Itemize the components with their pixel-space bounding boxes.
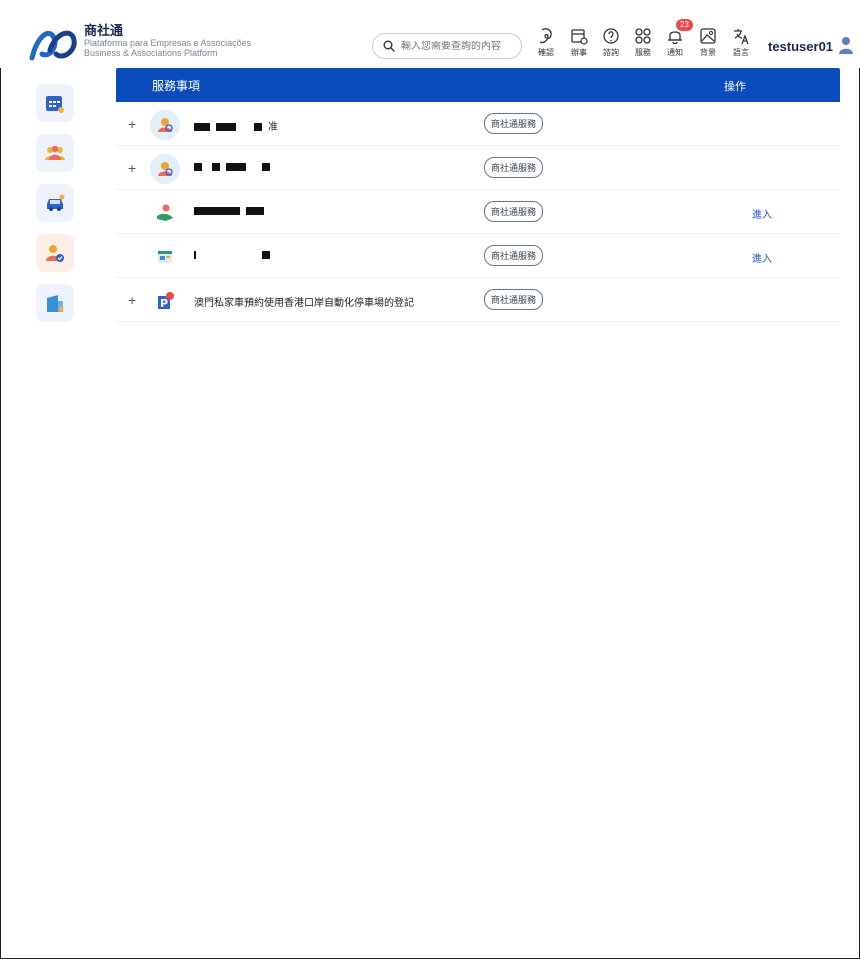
tool-confirm[interactable]: 確認: [530, 26, 562, 62]
tool-consult[interactable]: 諮詢: [595, 26, 627, 62]
tool-background[interactable]: 背景: [692, 26, 724, 62]
service-tag: 商社通服務: [484, 289, 544, 310]
col-header-action: 操作: [724, 81, 746, 93]
service-icon: [150, 198, 180, 228]
translate-icon: [734, 29, 749, 45]
sidebar-item-vehicle[interactable]: [36, 184, 74, 222]
enter-link[interactable]: 進入: [752, 250, 772, 265]
tool-language[interactable]: 語言: [725, 26, 757, 62]
redacted-text: [212, 163, 220, 172]
expand-icon[interactable]: +: [128, 292, 136, 308]
col-header-service: 服務事項: [152, 79, 201, 93]
redacted-text: [194, 163, 202, 172]
table-row[interactable]: + 准 商社通服務: [116, 102, 840, 146]
search-box[interactable]: [372, 33, 522, 59]
enter-link[interactable]: 進入: [752, 206, 772, 221]
services-table: 服務事項 操作 + 准 商社通服務 + 商社通服務 商社通服務 進入 商社通服務…: [116, 68, 840, 324]
service-tag: 商社通服務: [484, 245, 544, 266]
table-header: 服務事項 操作: [116, 68, 840, 102]
redacted-text: [262, 251, 270, 260]
search-input[interactable]: [401, 40, 519, 52]
sidebar-item-groups[interactable]: [36, 134, 74, 172]
people-icon: [45, 145, 65, 160]
tool-label: 諮詢: [603, 48, 619, 57]
username[interactable]: testuser01: [768, 39, 833, 54]
service-icon: [150, 242, 180, 272]
tool-label: 通知: [667, 48, 683, 57]
redacted-text: [194, 207, 240, 216]
brand-logo[interactable]: [28, 24, 78, 64]
service-tag: 商社通服務: [484, 157, 544, 178]
service-name: 准: [194, 118, 278, 133]
user-check-icon: [46, 245, 64, 262]
service-name: 澳門私家車預約使用香港口岸自動化停車場的登記: [194, 298, 414, 309]
question-icon: [603, 28, 619, 44]
tool-label: 辦事: [571, 48, 587, 57]
brand-name: 商社通: [84, 23, 124, 38]
parking-icon: P: [150, 286, 180, 316]
redacted-text: [216, 123, 236, 132]
redacted-text: [194, 251, 196, 260]
service-name-suffix: 准: [268, 122, 278, 133]
brand-sub-pt: Plataforma para Empresas e Associações: [84, 38, 252, 48]
search-icon: [383, 40, 395, 52]
service-tag: 商社通服務: [484, 201, 544, 222]
top-header: 商社通 Plataforma para Empresas e Associaçõ…: [0, 0, 860, 68]
tool-notify[interactable]: 23 通知: [659, 19, 693, 62]
service-name: [194, 250, 276, 261]
table-row[interactable]: + 商社通服務: [116, 146, 840, 190]
brand-text: 商社通 Plataforma para Empresas e Associaçõ…: [84, 23, 252, 59]
svg-text:P: P: [160, 297, 168, 310]
redacted-text: [262, 163, 270, 172]
image-icon: [700, 28, 716, 44]
tool-services[interactable]: 服務: [627, 26, 659, 62]
sidebar-item-user-verify[interactable]: [36, 234, 74, 272]
sidebar-item-calendar[interactable]: [36, 84, 74, 122]
brand-sub-en: Business & Associations Platform: [84, 48, 218, 58]
avatar-icon[interactable]: [838, 36, 854, 54]
service-tag: 商社通服務: [484, 113, 544, 134]
redacted-text: [226, 163, 246, 172]
table-row[interactable]: 商社通服務 進入: [116, 234, 840, 278]
table-row[interactable]: 商社通服務 進入: [116, 190, 840, 234]
expand-icon[interactable]: +: [128, 160, 136, 176]
building-icon: [47, 295, 64, 312]
calendar-icon: [46, 96, 64, 113]
service-name: [194, 206, 270, 217]
fingerprint-icon: [539, 28, 552, 44]
briefcase-icon: [571, 29, 588, 45]
service-icon: [150, 110, 180, 140]
sidebar-item-building[interactable]: [36, 284, 74, 322]
sidebar: [36, 84, 76, 334]
tool-affairs[interactable]: 辦事: [563, 26, 595, 62]
redacted-text: [254, 123, 262, 132]
tool-label: 確認: [538, 48, 554, 57]
tool-label: 語言: [733, 48, 749, 57]
expand-icon[interactable]: +: [128, 116, 136, 132]
table-row[interactable]: + P 澳門私家車預約使用香港口岸自動化停車場的登記 商社通服務: [116, 278, 840, 322]
grid-icon: [635, 28, 651, 44]
tool-label: 背景: [700, 48, 716, 57]
car-icon: [47, 194, 65, 211]
service-icon: [150, 154, 180, 184]
notification-badge: 23: [676, 19, 693, 31]
redacted-text: [246, 207, 264, 216]
tool-label: 服務: [635, 48, 651, 57]
service-name: [194, 162, 276, 173]
redacted-text: [194, 123, 210, 132]
